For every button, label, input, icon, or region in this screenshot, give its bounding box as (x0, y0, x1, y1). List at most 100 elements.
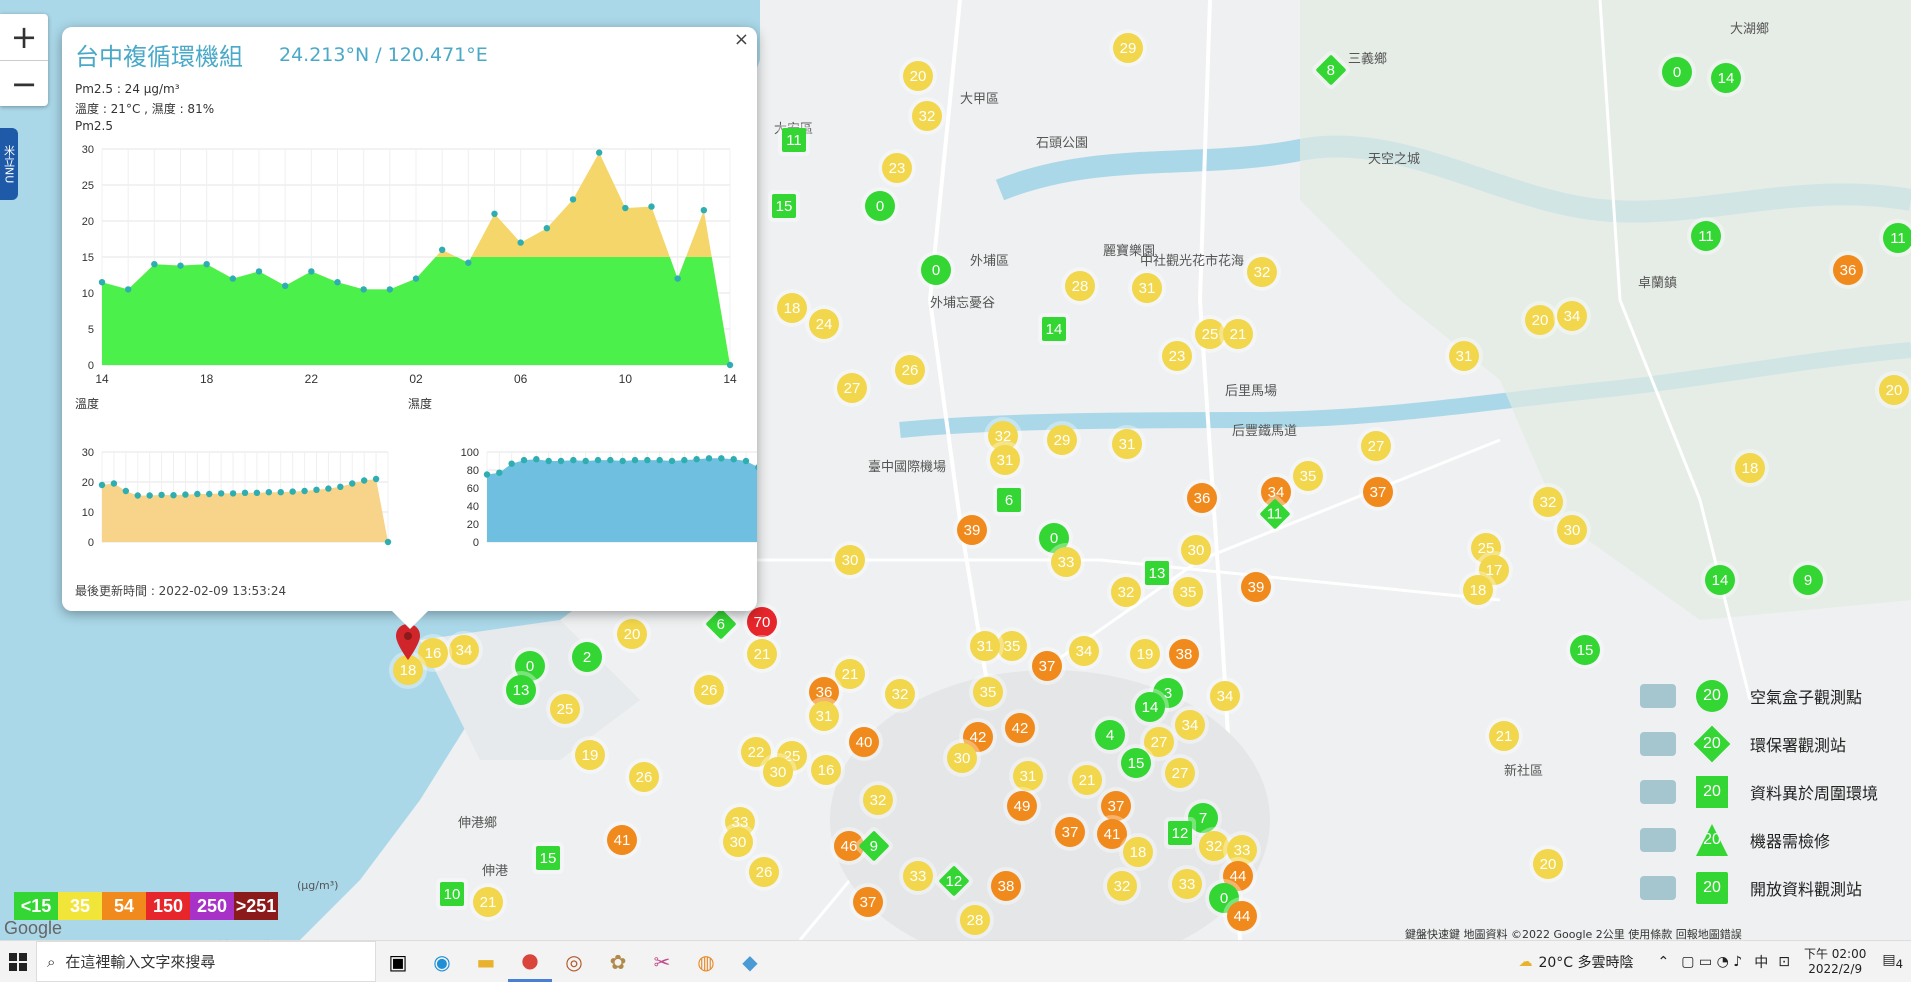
side-menu-tab[interactable]: 米立NU (0, 128, 18, 200)
airbox-marker[interactable]: 25 (550, 694, 580, 724)
airbox-marker[interactable]: 37 (1101, 791, 1131, 821)
airbox-marker[interactable]: 44 (1227, 901, 1257, 931)
airbox-marker[interactable]: 33 (1051, 547, 1081, 577)
airbox-marker[interactable]: 20 (903, 61, 933, 91)
taskbar-search-box[interactable]: ⌕ 在這裡輸入文字來搜尋 (36, 941, 376, 982)
airbox-marker[interactable]: 20 (1533, 849, 1563, 879)
airbox-marker[interactable]: 32 (1247, 257, 1277, 287)
airbox-marker[interactable]: 14 (1705, 565, 1735, 595)
tray-icons[interactable]: ▢ ▭ ◔ ♪ (1681, 954, 1742, 970)
airbox-marker[interactable]: 20 (1525, 305, 1555, 335)
airbox-marker[interactable]: 21 (747, 639, 777, 669)
airbox-marker[interactable]: 31 (970, 631, 1000, 661)
blender-icon[interactable]: ◍ (684, 941, 728, 982)
airbox-marker[interactable]: 30 (947, 743, 977, 773)
airbox-marker[interactable]: 37 (853, 887, 883, 917)
file-explorer-icon[interactable]: ▬ (464, 941, 508, 982)
app-icon-4[interactable]: ◆ (728, 941, 772, 982)
airbox-marker[interactable]: 33 (903, 861, 933, 891)
airbox-marker[interactable]: 30 (763, 757, 793, 787)
airbox-marker[interactable]: 30 (723, 827, 753, 857)
airbox-marker[interactable]: 18 (777, 293, 807, 323)
airbox-marker[interactable]: 24 (809, 309, 839, 339)
input-mode-icon[interactable]: ⊡ (1778, 954, 1790, 970)
airbox-marker[interactable]: 18 (1463, 575, 1493, 605)
popup-close-button[interactable]: × (734, 29, 749, 50)
open-data-marker[interactable]: 13 (1145, 561, 1169, 585)
airbox-marker[interactable]: 39 (1241, 572, 1271, 602)
airbox-marker[interactable]: 11 (1691, 221, 1721, 251)
open-data-marker[interactable]: 6 (997, 488, 1021, 512)
airbox-marker[interactable]: 0 (1662, 57, 1692, 87)
airbox-marker[interactable]: 11 (1883, 223, 1911, 253)
airbox-marker[interactable]: 20 (617, 619, 647, 649)
edge-icon[interactable]: ◉ (420, 941, 464, 982)
zoom-in-button[interactable]: + (0, 14, 48, 61)
airbox-marker[interactable]: 35 (997, 631, 1027, 661)
airbox-marker[interactable]: 16 (418, 638, 448, 668)
airbox-marker[interactable]: 30 (1557, 515, 1587, 545)
airbox-marker[interactable]: 7 (1188, 803, 1218, 833)
airbox-marker[interactable]: 31 (990, 445, 1020, 475)
ime-indicator[interactable]: 中 (1754, 952, 1768, 972)
airbox-marker[interactable]: 20 (1879, 375, 1909, 405)
airbox-marker[interactable]: 15 (1570, 635, 1600, 665)
airbox-marker[interactable]: 21 (1489, 721, 1519, 751)
airbox-marker[interactable]: 4 (1095, 720, 1125, 750)
airbox-marker[interactable]: 2 (572, 642, 602, 672)
airbox-marker[interactable]: 32 (912, 101, 942, 131)
airbox-marker[interactable]: 9 (1793, 565, 1823, 595)
airbox-marker[interactable]: 34 (1557, 301, 1587, 331)
airbox-marker[interactable]: 30 (835, 545, 865, 575)
airbox-marker[interactable]: 35 (973, 677, 1003, 707)
airbox-marker[interactable]: 34 (1069, 636, 1099, 666)
app-icon-3[interactable]: ✂ (640, 941, 684, 982)
airbox-marker[interactable]: 29 (1113, 33, 1143, 63)
airbox-marker[interactable]: 19 (575, 740, 605, 770)
open-data-marker[interactable]: 12 (1168, 821, 1192, 845)
airbox-marker[interactable]: 35 (1293, 461, 1323, 491)
airbox-marker[interactable]: 31 (1112, 429, 1142, 459)
start-button[interactable] (0, 941, 36, 982)
airbox-marker[interactable]: 14 (1711, 63, 1741, 93)
airbox-marker[interactable]: 33 (1227, 835, 1257, 865)
chrome-icon[interactable]: ● (508, 941, 552, 982)
airbox-marker[interactable]: 27 (837, 373, 867, 403)
chevron-up-icon[interactable]: ⌃ (1658, 954, 1670, 970)
airbox-marker[interactable]: 26 (749, 857, 779, 887)
airbox-marker[interactable]: 32 (1107, 871, 1137, 901)
airbox-marker[interactable]: 23 (1162, 341, 1192, 371)
airbox-marker[interactable]: 36 (1833, 255, 1863, 285)
airbox-marker[interactable]: 32 (1533, 487, 1563, 517)
airbox-marker[interactable]: 40 (849, 727, 879, 757)
airbox-marker[interactable]: 37 (1032, 651, 1062, 681)
airbox-marker[interactable]: 26 (694, 675, 724, 705)
airbox-marker[interactable]: 15 (1121, 748, 1151, 778)
clock[interactable]: 下午 02:00 2022/2/9 (1804, 947, 1866, 977)
airbox-marker[interactable]: 21 (1223, 319, 1253, 349)
airbox-marker[interactable]: 27 (1165, 758, 1195, 788)
airbox-marker[interactable]: 26 (629, 762, 659, 792)
airbox-marker[interactable]: 32 (1111, 577, 1141, 607)
airbox-marker[interactable]: 31 (1013, 761, 1043, 791)
airbox-marker[interactable]: 21 (473, 887, 503, 917)
airbox-marker[interactable]: 30 (1181, 535, 1211, 565)
airbox-marker[interactable]: 0 (865, 191, 895, 221)
airbox-marker[interactable]: 18 (1735, 453, 1765, 483)
airbox-marker[interactable]: 35 (1173, 577, 1203, 607)
airbox-marker[interactable]: 42 (1005, 713, 1035, 743)
airbox-marker[interactable]: 70 (747, 607, 777, 637)
airbox-marker[interactable]: 25 (1195, 319, 1225, 349)
airbox-marker[interactable]: 29 (1047, 425, 1077, 455)
airbox-marker[interactable]: 23 (882, 153, 912, 183)
notification-icon[interactable]: ▤4 (1882, 952, 1903, 971)
airbox-marker[interactable]: 38 (1169, 639, 1199, 669)
app-icon-1[interactable]: ◎ (552, 941, 596, 982)
airbox-marker[interactable]: 13 (506, 675, 536, 705)
airbox-marker[interactable]: 18 (1123, 837, 1153, 867)
airbox-marker[interactable]: 41 (607, 825, 637, 855)
airbox-marker[interactable]: 33 (1172, 869, 1202, 899)
airbox-marker[interactable]: 21 (835, 659, 865, 689)
airbox-marker[interactable]: 31 (1449, 341, 1479, 371)
airbox-marker[interactable]: 28 (960, 905, 990, 935)
